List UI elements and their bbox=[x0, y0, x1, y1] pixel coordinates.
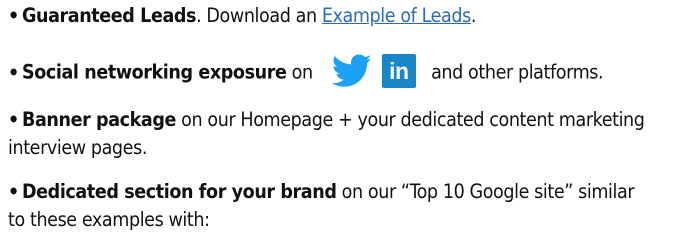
list-item-social-networking: • Social networking exposure on in and ot… bbox=[8, 54, 688, 90]
linkedin-icon-label: in bbox=[389, 58, 409, 84]
item-title: Dedicated section for your brand bbox=[22, 180, 337, 203]
bullet: • bbox=[8, 108, 19, 131]
item-text: on our Homepage + your dedicated content… bbox=[176, 108, 645, 131]
social-icons: in bbox=[331, 54, 416, 88]
list-item-banner-package: • Banner package on our Homepage + your d… bbox=[8, 106, 688, 162]
item-tail: and other platforms. bbox=[431, 60, 604, 84]
list-item-guaranteed-leads: • Guaranteed Leads. Download an Example o… bbox=[8, 2, 688, 30]
bullet: • bbox=[8, 180, 19, 203]
item-tail: . bbox=[470, 4, 477, 27]
linkedin-icon[interactable]: in bbox=[381, 54, 416, 88]
item-title: Guaranteed Leads bbox=[22, 4, 197, 27]
item-line-1: • Dedicated section for your brand on our… bbox=[8, 178, 688, 206]
example-of-leads-link[interactable]: Example of Leads bbox=[322, 4, 471, 27]
item-text: . Download an bbox=[196, 4, 322, 27]
item-text: on bbox=[286, 60, 313, 84]
item-line-2: interview pages. bbox=[8, 136, 147, 159]
bullet: • bbox=[8, 4, 19, 27]
item-title: Social networking exposure bbox=[22, 60, 287, 84]
feature-list: • Guaranteed Leads. Download an Example o… bbox=[0, 0, 695, 241]
list-item-dedicated-section: • Dedicated section for your brand on our… bbox=[8, 178, 688, 234]
item-line-1: • Banner package on our Homepage + your d… bbox=[8, 106, 688, 134]
item-title: Banner package bbox=[22, 108, 176, 131]
bullet: • bbox=[8, 60, 19, 84]
item-text: on our “Top 10 Google site” similar bbox=[336, 180, 635, 203]
item-line-2: to these examples with: bbox=[8, 208, 210, 231]
twitter-bird-icon[interactable] bbox=[331, 54, 372, 88]
